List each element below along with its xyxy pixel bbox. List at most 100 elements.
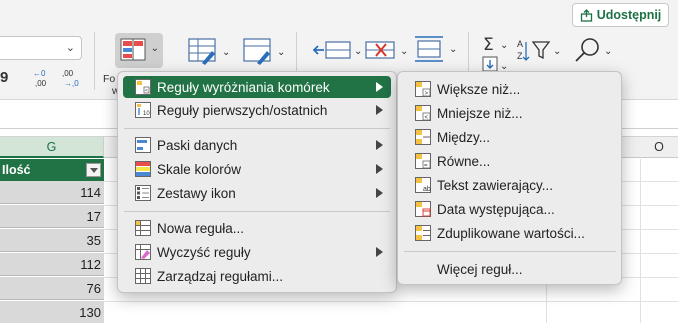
share-label: Udostępnij xyxy=(596,8,662,22)
svg-text:→,0: →,0 xyxy=(64,79,79,88)
menu-item-top-bottom-rules[interactable]: 10 Reguły pierwszych/ostatnich xyxy=(123,99,391,121)
table-cell[interactable]: 35 xyxy=(0,229,104,252)
submenu-item-label: Więcej reguł... xyxy=(437,261,523,277)
submenu-item-between[interactable]: Między... xyxy=(403,126,617,148)
blank-icon xyxy=(415,261,431,277)
share-icon xyxy=(580,8,592,22)
menu-item-data-bars[interactable]: Paski danych xyxy=(123,134,391,156)
chevron-down-icon: ⌄ xyxy=(150,43,159,54)
format-label-fragment: Fo xyxy=(103,73,116,85)
submenu-item-label: Tekst zawierający... xyxy=(437,177,554,193)
menu-item-label: Zarządzaj regułami... xyxy=(157,268,284,284)
number-format-dropdown[interactable]: ⌄ xyxy=(0,36,82,60)
menu-item-label: Reguły pierwszych/ostatnich xyxy=(157,102,328,118)
cell-styles-icon[interactable]: ⌄ xyxy=(243,37,285,67)
menu-separator xyxy=(404,251,616,252)
svg-text:9: 9 xyxy=(0,69,8,85)
find-icon[interactable]: ⌄ xyxy=(572,36,616,68)
svg-text:⌄: ⌄ xyxy=(604,46,612,57)
grid-line xyxy=(640,159,641,323)
submenu-item-duplicate-values[interactable]: Zduplikowane wartości... xyxy=(403,222,617,244)
svg-text:=: = xyxy=(424,163,428,169)
submenu-item-equal-to[interactable]: = Równe... xyxy=(403,150,617,172)
share-button[interactable]: Udostępnij xyxy=(572,3,669,27)
submenu-arrow-icon xyxy=(376,82,383,92)
svg-text:10: 10 xyxy=(143,111,150,117)
new-rule-icon xyxy=(135,220,151,236)
svg-text:Z: Z xyxy=(517,51,523,61)
duplicate-values-icon xyxy=(415,225,431,241)
menu-item-label: Skale kolorów xyxy=(157,161,242,177)
menu-item-manage-rules[interactable]: Zarządzaj regułami... xyxy=(123,265,391,287)
submenu-item-less-than[interactable]: < Mniejsze niż... xyxy=(403,102,617,124)
insert-icon[interactable]: ⌄ xyxy=(312,38,362,64)
submenu-item-label: Zduplikowane wartości... xyxy=(437,225,585,241)
conditional-format-icon xyxy=(120,38,146,61)
text-contains-icon: ab xyxy=(415,177,431,193)
menu-item-color-scales[interactable]: Skale kolorów xyxy=(123,158,391,180)
conditional-formatting-button[interactable]: ⌄ xyxy=(115,33,163,68)
svg-text:<: < xyxy=(145,88,148,94)
submenu-arrow-icon xyxy=(376,105,383,115)
submenu-item-label: Większe niż... xyxy=(437,81,521,97)
svg-text:<: < xyxy=(425,115,429,121)
table-header-cell[interactable]: Ilość xyxy=(0,159,104,181)
color-scales-icon xyxy=(135,161,151,177)
clear-rules-icon xyxy=(135,244,151,260)
between-icon xyxy=(415,129,431,145)
submenu-item-label: Między... xyxy=(437,129,491,145)
svg-text:⌄: ⌄ xyxy=(553,46,561,57)
table-cell[interactable]: 112 xyxy=(0,253,104,276)
submenu-item-label: Mniejsze niż... xyxy=(437,105,523,121)
submenu-item-date-occurring[interactable]: Data występująca... xyxy=(403,198,617,220)
submenu-item-text-contains[interactable]: ab Tekst zawierający... xyxy=(403,174,617,196)
menu-separator xyxy=(124,211,390,212)
svg-text:⌄: ⌄ xyxy=(222,47,230,58)
format-as-table-icon[interactable]: ⌄ xyxy=(188,37,230,67)
svg-text:⌄: ⌄ xyxy=(449,44,457,55)
filter-dropdown-button[interactable] xyxy=(86,163,101,177)
chevron-down-icon: ⌄ xyxy=(65,42,75,54)
submenu-item-more-rules[interactable]: Więcej reguł... xyxy=(403,258,617,280)
increase-decimal-icon[interactable]: ←0 ,00 xyxy=(33,68,55,88)
submenu-arrow-icon xyxy=(376,188,383,198)
header-label: Ilość xyxy=(2,163,31,177)
column-header-g[interactable]: G xyxy=(0,137,104,158)
menu-item-highlight-rules[interactable]: < Reguły wyróżniania komórek xyxy=(123,76,391,98)
conditional-formatting-menu: < Reguły wyróżniania komórek 10 Reguły p… xyxy=(117,71,397,293)
decrease-decimal-icon[interactable]: ,00 →,0 xyxy=(62,68,84,88)
submenu-item-greater-than[interactable]: > Większe niż... xyxy=(403,78,617,100)
grid-line xyxy=(104,301,678,302)
table-cell[interactable]: 114 xyxy=(0,181,104,204)
dropdown-arrow-icon xyxy=(90,168,98,173)
menu-item-label: Paski danych xyxy=(157,137,238,153)
icon-sets-icon xyxy=(135,185,151,201)
table-cell[interactable]: 17 xyxy=(0,205,104,228)
format-icon[interactable]: ⌄ xyxy=(413,34,459,66)
menu-item-new-rule[interactable]: Nowa reguła... xyxy=(123,217,391,239)
comma-style-icon[interactable]: 9 xyxy=(0,69,12,85)
ribbon-separator xyxy=(94,32,95,90)
column-header-o[interactable]: O xyxy=(640,136,678,158)
svg-text:⌄: ⌄ xyxy=(400,46,408,57)
sort-filter-icon[interactable]: A Z ⌄ xyxy=(516,36,564,68)
svg-text:,00: ,00 xyxy=(35,79,47,88)
less-than-icon: < xyxy=(415,105,431,121)
submenu-arrow-icon xyxy=(376,164,383,174)
delete-icon[interactable]: ⌄ xyxy=(364,38,410,64)
greater-than-icon: > xyxy=(415,81,431,97)
menu-item-label: Reguły wyróżniania komórek xyxy=(157,79,330,95)
table-cell[interactable]: 130 xyxy=(0,301,104,323)
equal-to-icon: = xyxy=(415,153,431,169)
submenu-item-label: Data występująca... xyxy=(437,201,555,217)
submenu-item-label: Równe... xyxy=(437,153,491,169)
top-bottom-rules-icon: 10 xyxy=(135,102,151,118)
menu-item-clear-rules[interactable]: Wyczyść reguły xyxy=(123,241,391,263)
table-cell[interactable]: 76 xyxy=(0,277,104,300)
svg-text:Σ: Σ xyxy=(483,35,494,55)
manage-rules-icon xyxy=(135,268,151,284)
svg-text:←0: ←0 xyxy=(33,69,46,78)
menu-item-icon-sets[interactable]: Zestawy ikon xyxy=(123,182,391,204)
menu-item-label: Zestawy ikon xyxy=(157,185,236,201)
menu-item-label: Wyczyść reguły xyxy=(157,244,251,260)
